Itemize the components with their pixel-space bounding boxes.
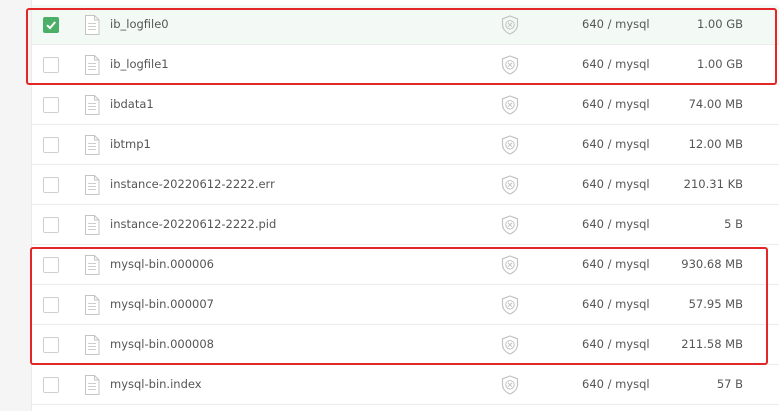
file-name[interactable]: mysql-bin.000008: [110, 337, 214, 351]
file-icon: [85, 375, 100, 395]
file-row[interactable]: mysql-bin.000006 640 / mysql 930.68 MB: [32, 245, 779, 285]
file-icon: [85, 295, 100, 315]
file-row[interactable]: instance-20220612-2222.pid 640 / mysql 5…: [32, 205, 779, 245]
file-size: 57.95 MB: [688, 297, 743, 311]
row-checkbox[interactable]: [43, 337, 59, 353]
row-checkbox[interactable]: [43, 97, 59, 113]
file-size: 12.00 MB: [688, 137, 743, 151]
row-checkbox[interactable]: [43, 17, 59, 33]
file-size: 930.68 MB: [681, 257, 743, 271]
file-row[interactable]: mysql-bin.000008 640 / mysql 211.58 MB: [32, 325, 779, 365]
shield-x-icon[interactable]: [501, 95, 519, 115]
file-permission[interactable]: 640 / mysql: [582, 57, 650, 71]
file-permission[interactable]: 640 / mysql: [582, 257, 650, 271]
file-row[interactable]: mysql-bin.index 640 / mysql 57 B: [32, 365, 779, 405]
file-icon: [85, 55, 100, 75]
file-permission[interactable]: 640 / mysql: [582, 177, 650, 191]
file-size: 57 B: [716, 377, 743, 391]
file-permission[interactable]: 640 / mysql: [582, 17, 650, 31]
row-checkbox[interactable]: [43, 257, 59, 273]
file-name[interactable]: ibdata1: [110, 97, 154, 111]
row-checkbox[interactable]: [43, 137, 59, 153]
file-size: 74.00 MB: [688, 97, 743, 111]
shield-x-icon[interactable]: [501, 255, 519, 275]
shield-x-icon[interactable]: [501, 215, 519, 235]
file-icon: [85, 15, 100, 35]
file-icon: [85, 135, 100, 155]
file-icon: [85, 175, 100, 195]
file-row[interactable]: ibtmp1 640 / mysql 12.00 MB: [32, 125, 779, 165]
file-icon: [85, 335, 100, 355]
file-name[interactable]: mysql-bin.index: [110, 377, 202, 391]
file-size: 1.00 GB: [696, 57, 743, 71]
shield-x-icon[interactable]: [501, 295, 519, 315]
file-icon: [85, 255, 100, 275]
file-list: ib_logfile0 640 / mysql 1.00 GB ib_logfi…: [31, 0, 779, 411]
row-checkbox[interactable]: [43, 217, 59, 233]
file-size: 211.58 MB: [681, 337, 743, 351]
file-row[interactable]: mysql-bin.000007 640 / mysql 57.95 MB: [32, 285, 779, 325]
file-size: 1.00 GB: [696, 17, 743, 31]
file-name[interactable]: instance-20220612-2222.err: [110, 177, 275, 191]
row-checkbox[interactable]: [43, 57, 59, 73]
file-name[interactable]: mysql-bin.000007: [110, 297, 214, 311]
file-icon: [85, 95, 100, 115]
shield-x-icon[interactable]: [501, 135, 519, 155]
file-size: 210.31 KB: [683, 177, 743, 191]
file-name[interactable]: ib_logfile1: [110, 57, 169, 71]
file-permission[interactable]: 640 / mysql: [582, 377, 650, 391]
file-permission[interactable]: 640 / mysql: [582, 217, 650, 231]
row-checkbox[interactable]: [43, 297, 59, 313]
file-icon: [85, 215, 100, 235]
row-checkbox[interactable]: [43, 377, 59, 393]
shield-x-icon[interactable]: [501, 55, 519, 75]
shield-x-icon[interactable]: [501, 335, 519, 355]
shield-x-icon[interactable]: [501, 375, 519, 395]
file-name[interactable]: mysql-bin.000006: [110, 257, 214, 271]
file-permission[interactable]: 640 / mysql: [582, 97, 650, 111]
shield-x-icon[interactable]: [501, 15, 519, 35]
file-name[interactable]: ib_logfile0: [110, 17, 169, 31]
file-row[interactable]: ibdata1 640 / mysql 74.00 MB: [32, 85, 779, 125]
file-row[interactable]: instance-20220612-2222.err 640 / mysql 2…: [32, 165, 779, 205]
file-permission[interactable]: 640 / mysql: [582, 137, 650, 151]
file-row[interactable]: ib_logfile1 640 / mysql 1.00 GB: [32, 45, 779, 85]
file-permission[interactable]: 640 / mysql: [582, 297, 650, 311]
file-permission[interactable]: 640 / mysql: [582, 337, 650, 351]
checkmark-icon: [46, 21, 56, 30]
file-row[interactable]: ib_logfile0 640 / mysql 1.00 GB: [32, 5, 779, 45]
file-name[interactable]: ibtmp1: [110, 137, 151, 151]
file-size: 5 B: [724, 217, 743, 231]
file-name[interactable]: instance-20220612-2222.pid: [110, 217, 276, 231]
shield-x-icon[interactable]: [501, 175, 519, 195]
row-checkbox[interactable]: [43, 177, 59, 193]
